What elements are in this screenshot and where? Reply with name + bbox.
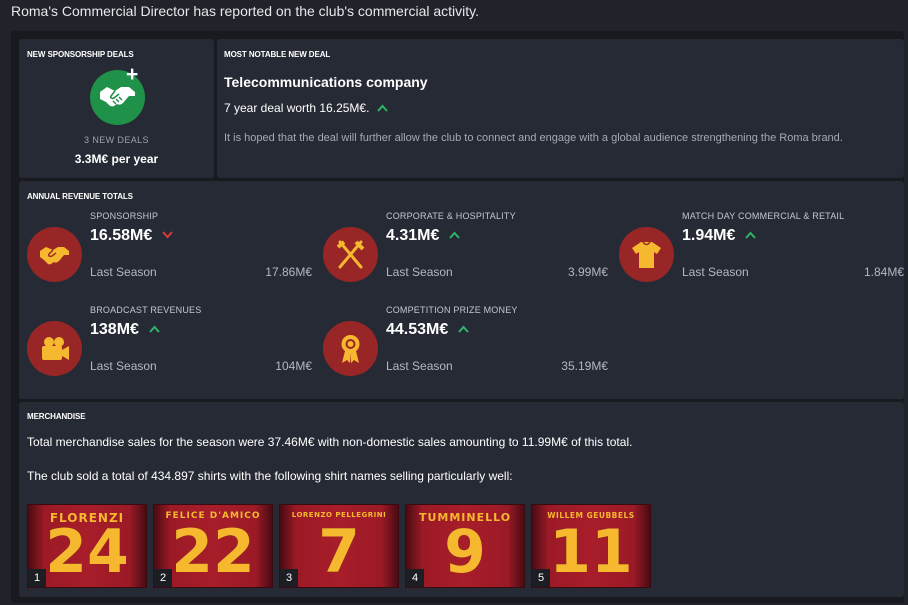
trend-up-icon — [449, 226, 461, 244]
revenue-item-prize-money: COMPETITION PRIZE MONEY 44.53M€ Last Sea… — [323, 305, 608, 385]
last-season-value: 35.19M€ — [561, 359, 608, 373]
medal-icon — [323, 321, 378, 376]
new-deals-per-year: 3.3M€ per year — [74, 152, 159, 166]
section-title: MOST NOTABLE NEW DEAL — [224, 50, 331, 59]
last-season-label: Last Season — [90, 359, 157, 373]
last-season-value: 1.84M€ — [863, 265, 904, 279]
revenue-item-broadcast: BROADCAST REVENUES 138M€ Last Season 104… — [27, 305, 312, 385]
deal-company: Telecommunications company — [224, 74, 428, 90]
trend-down-icon — [162, 226, 174, 244]
last-season-label: Last Season — [386, 359, 453, 373]
revenue-label: CORPORATE & HOSPITALITY — [386, 211, 516, 221]
deal-terms: 7 year deal worth 16.25M€. — [224, 101, 370, 115]
revenue-item-corporate: CORPORATE & HOSPITALITY 4.31M€ Last Seas… — [323, 211, 608, 291]
last-season-label: Last Season — [682, 265, 749, 279]
last-season-value: 17.86M€ — [265, 265, 312, 279]
revenue-item-sponsorship: SPONSORSHIP 16.58M€ Last Season 17.86M€ — [27, 211, 312, 291]
revenue-value: 1.94M€ — [682, 226, 757, 245]
shirt-rank: 5 — [532, 569, 550, 587]
camera-icon — [27, 321, 82, 376]
headline: Roma's Commercial Director has reported … — [11, 3, 480, 19]
section-title: ANNUAL REVENUE TOTALS — [27, 192, 133, 201]
shirt-card[interactable]: LORENZO PELLEGRINI 7 3 — [279, 504, 399, 588]
last-season-value: 3.99M€ — [567, 265, 608, 279]
shirt-rank: 4 — [406, 569, 424, 587]
shirt-rank: 2 — [154, 569, 172, 587]
merchandise-panel: MERCHANDISE Total merchandise sales for … — [19, 402, 904, 597]
merchandise-sales-text: Total merchandise sales for the season w… — [27, 435, 633, 449]
cutlery-icon — [323, 227, 378, 282]
new-deals-count: 3 NEW DEALS — [84, 135, 149, 145]
shirt-card[interactable]: TUMMINELLO 9 4 — [405, 504, 525, 588]
shirt-card[interactable]: FELICE D'AMICO 22 2 — [153, 504, 273, 588]
last-season-label: Last Season — [90, 265, 157, 279]
revenue-label: BROADCAST REVENUES — [90, 305, 202, 315]
trend-up-icon — [458, 320, 470, 338]
trend-up-icon — [745, 226, 757, 244]
deal-summary: 7 year deal worth 16.25M€. — [224, 101, 389, 115]
last-season-value: 104M€ — [275, 359, 312, 373]
shirt-rank: 1 — [28, 569, 46, 587]
shirt-sales-text: The club sold a total of 434.897 shirts … — [27, 469, 513, 483]
annual-revenue-panel: ANNUAL REVENUE TOTALS SPONSORSHIP 16.58M… — [19, 181, 904, 399]
new-sponsorship-panel: NEW SPONSORSHIP DEALS + 3 NEW DEALS 3.3M… — [19, 39, 214, 178]
revenue-value: 4.31M€ — [386, 226, 461, 245]
shirt-card[interactable]: WILLEM GEUBBELS 11 5 — [531, 504, 651, 588]
revenue-value: 44.53M€ — [386, 320, 470, 339]
revenue-label: SPONSORSHIP — [90, 211, 159, 221]
section-title: MERCHANDISE — [27, 412, 86, 421]
revenue-label: COMPETITION PRIZE MONEY — [386, 305, 518, 315]
revenue-label: MATCH DAY COMMERCIAL & RETAIL — [682, 211, 845, 221]
revenue-value: 138M€ — [90, 320, 160, 339]
section-title: NEW SPONSORSHIP DEALS — [27, 50, 134, 59]
handshake-icon — [27, 227, 82, 282]
trend-up-icon — [149, 320, 160, 338]
plus-icon: + — [126, 63, 139, 86]
revenue-item-matchday: MATCH DAY COMMERCIAL & RETAIL 1.94M€ Las… — [619, 211, 904, 291]
last-season-label: Last Season — [386, 265, 453, 279]
shirt-icon — [619, 227, 674, 282]
shirt-card[interactable]: FLORENZI 24 1 — [27, 504, 147, 588]
trend-up-icon — [377, 101, 389, 115]
notable-deal-panel: MOST NOTABLE NEW DEAL Telecommunications… — [217, 39, 904, 178]
shirt-rank: 3 — [280, 569, 298, 587]
deal-description: It is hoped that the deal will further a… — [224, 132, 843, 144]
revenue-value: 16.58M€ — [90, 226, 174, 245]
